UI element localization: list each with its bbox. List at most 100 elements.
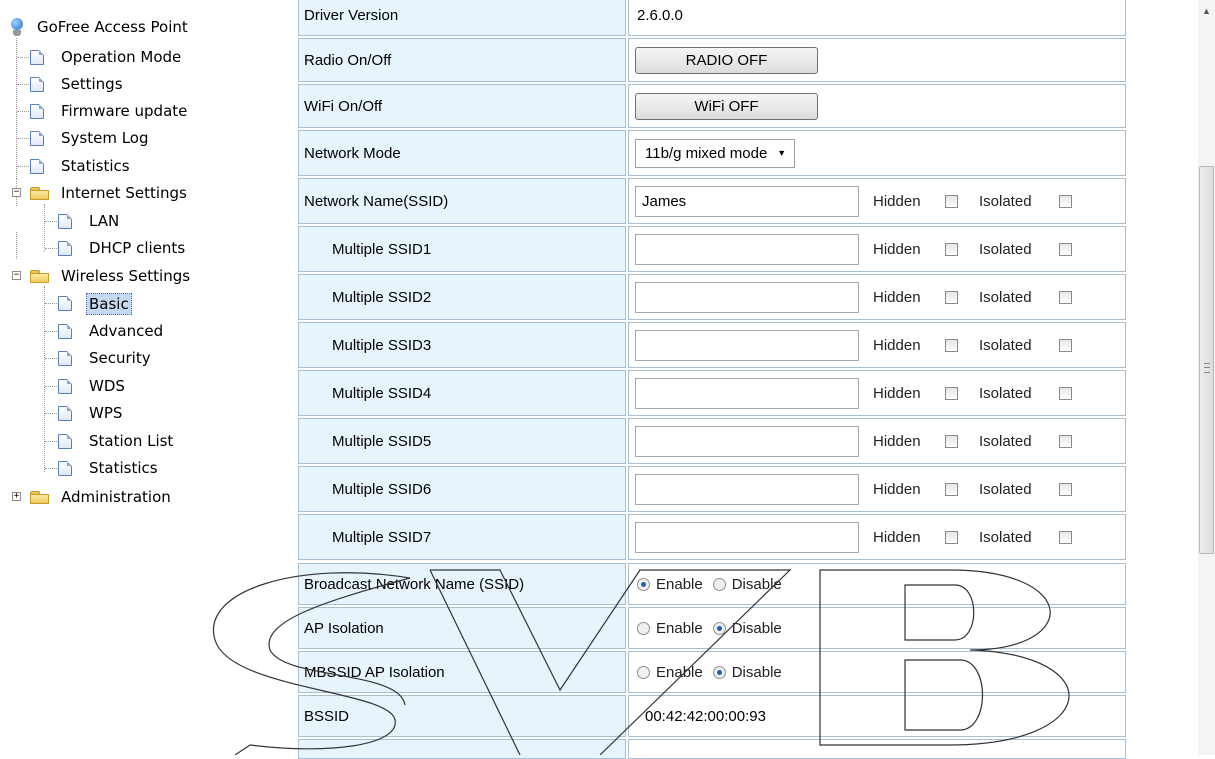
tree-root-label[interactable]: GoFree Access Point xyxy=(37,14,188,40)
mbssid-isolation-cell: Enable Disable xyxy=(628,651,1126,693)
hidden-label: Hidden xyxy=(873,336,921,354)
tree-item-label[interactable]: Wireless Settings xyxy=(61,263,190,289)
tree-item-label[interactable]: LAN xyxy=(89,208,119,234)
isolated-label: Isolated xyxy=(979,336,1032,354)
vertical-scrollbar[interactable]: ▲ xyxy=(1198,0,1215,755)
isolated-checkbox[interactable] xyxy=(1059,531,1072,544)
tree-item-label[interactable]: Station List xyxy=(89,428,173,454)
disable-label: Disable xyxy=(731,663,782,681)
isolated-checkbox[interactable] xyxy=(1059,387,1072,400)
ap-isolation-enable-radio[interactable] xyxy=(637,621,650,635)
multiple-ssid-label: Multiple SSID7 xyxy=(298,514,626,560)
isolated-checkbox[interactable] xyxy=(1059,291,1072,304)
row-multiple-ssid: Multiple SSID6 Hidden Isolated xyxy=(298,466,1126,512)
network-mode-label: Network Mode xyxy=(298,130,626,176)
hidden-checkbox[interactable] xyxy=(945,483,958,496)
collapse-icon[interactable]: − xyxy=(12,188,21,197)
isolated-label: Isolated xyxy=(979,432,1032,450)
tree-item-label[interactable]: Advanced xyxy=(89,318,163,344)
isolated-checkbox[interactable] xyxy=(1059,195,1072,208)
tree-connector xyxy=(16,38,17,179)
row-ap-isolation: AP Isolation Enable Disable xyxy=(298,607,1126,649)
tree-item-label[interactable]: Security xyxy=(89,345,151,371)
tree-item-label[interactable]: Statistics xyxy=(89,455,158,481)
bssid-value: 00:42:42:00:00:93 xyxy=(628,695,1126,737)
isolated-checkbox[interactable] xyxy=(1059,339,1072,352)
isolated-checkbox[interactable] xyxy=(1059,483,1072,496)
tree-item-label[interactable]: DHCP clients xyxy=(89,235,185,261)
tree-item-label[interactable]: WPS xyxy=(89,400,122,426)
mbssid-isolation-disable-radio[interactable] xyxy=(712,665,726,679)
collapse-icon[interactable]: − xyxy=(12,271,21,280)
wifi-off-button[interactable]: WiFi OFF xyxy=(635,92,818,120)
hidden-label: Hidden xyxy=(873,480,921,498)
multiple-ssid-input[interactable] xyxy=(635,377,859,409)
mbssid-isolation-label: MBSSID AP Isolation xyxy=(298,651,626,693)
tree-item-label[interactable]: Internet Settings xyxy=(61,180,187,206)
ssid-main-input[interactable]: James xyxy=(635,185,859,217)
hidden-label: Hidden xyxy=(873,384,921,402)
broadcast-ssid-label: Broadcast Network Name (SSID) xyxy=(298,563,626,605)
tree-item-label[interactable]: WDS xyxy=(89,373,125,399)
multiple-ssid-input[interactable] xyxy=(635,329,859,361)
multiple-ssid-label: Multiple SSID1 xyxy=(298,226,626,272)
enable-label: Enable xyxy=(656,619,703,637)
scrollbar-thumb[interactable] xyxy=(1199,166,1214,554)
network-mode-select[interactable]: 11b/g mixed mode ▼ xyxy=(635,138,796,168)
hidden-label: Hidden xyxy=(873,240,921,258)
tree-item-label[interactable]: Settings xyxy=(61,71,123,97)
radio-label: Radio On/Off xyxy=(298,38,626,82)
tree-connector xyxy=(16,232,17,259)
hidden-checkbox[interactable] xyxy=(945,435,958,448)
multiple-ssid-label: Multiple SSID5 xyxy=(298,418,626,464)
hidden-checkbox[interactable] xyxy=(945,531,958,544)
driver-version-label: Driver Version xyxy=(298,0,626,36)
tree-item-label[interactable]: Operation Mode xyxy=(61,44,181,70)
isolated-checkbox[interactable] xyxy=(1059,243,1072,256)
broadcast-disable-radio[interactable] xyxy=(712,577,726,591)
hidden-label: Hidden xyxy=(873,528,921,546)
folder-icon xyxy=(30,491,49,504)
hidden-checkbox[interactable] xyxy=(945,291,958,304)
broadcast-ssid-cell: Enable Disable xyxy=(628,563,1126,605)
multiple-ssid-cell: Hidden Isolated xyxy=(628,370,1126,416)
page-icon xyxy=(58,296,72,311)
multiple-ssid-input[interactable] xyxy=(635,233,859,265)
tree-item-label[interactable]: System Log xyxy=(61,125,149,151)
multiple-ssid-input[interactable] xyxy=(635,473,859,505)
multiple-ssid-input[interactable] xyxy=(635,425,859,457)
page-icon xyxy=(58,434,72,449)
row-driver-version: Driver Version 2.6.0.0 xyxy=(298,0,1126,36)
ap-isolation-cell: Enable Disable xyxy=(628,607,1126,649)
multiple-ssid-input[interactable] xyxy=(635,281,859,313)
tree-item-label[interactable]: Firmware update xyxy=(61,98,187,124)
broadcast-enable-radio[interactable] xyxy=(637,577,650,591)
ap-isolation-disable-radio[interactable] xyxy=(712,621,726,635)
tree-item-label[interactable]: Administration xyxy=(61,484,171,510)
folder-open-icon xyxy=(30,187,49,200)
hidden-checkbox[interactable] xyxy=(945,387,958,400)
isolated-checkbox[interactable] xyxy=(1059,435,1072,448)
multiple-ssid-input[interactable] xyxy=(635,521,859,553)
hidden-checkbox[interactable] xyxy=(945,243,958,256)
row-multiple-ssid: Multiple SSID7 Hidden Isolated xyxy=(298,514,1126,560)
page-icon xyxy=(58,324,72,339)
scroll-up-arrow-icon[interactable]: ▲ xyxy=(1202,6,1211,16)
tree-connector xyxy=(44,204,45,252)
enable-label: Enable xyxy=(656,575,703,593)
isolated-label: Isolated xyxy=(979,288,1032,306)
enable-label: Enable xyxy=(656,663,703,681)
radio-off-button[interactable]: RADIO OFF xyxy=(635,46,818,74)
tree-item-label[interactable]: Statistics xyxy=(61,153,130,179)
row-bssid: BSSID 00:42:42:00:00:93 xyxy=(298,695,1126,737)
multiple-ssid-cell: Hidden Isolated xyxy=(628,274,1126,320)
hidden-checkbox[interactable] xyxy=(945,195,958,208)
expand-icon[interactable]: + xyxy=(12,492,21,501)
mbssid-isolation-enable-radio[interactable] xyxy=(637,665,650,679)
disable-label: Disable xyxy=(731,619,782,637)
tree-item-label[interactable]: Basic xyxy=(86,293,132,315)
hidden-checkbox[interactable] xyxy=(945,339,958,352)
ssid-main-cell: James Hidden Isolated xyxy=(628,178,1126,224)
page-icon xyxy=(58,351,72,366)
multiple-ssid-cell: Hidden Isolated xyxy=(628,514,1126,560)
